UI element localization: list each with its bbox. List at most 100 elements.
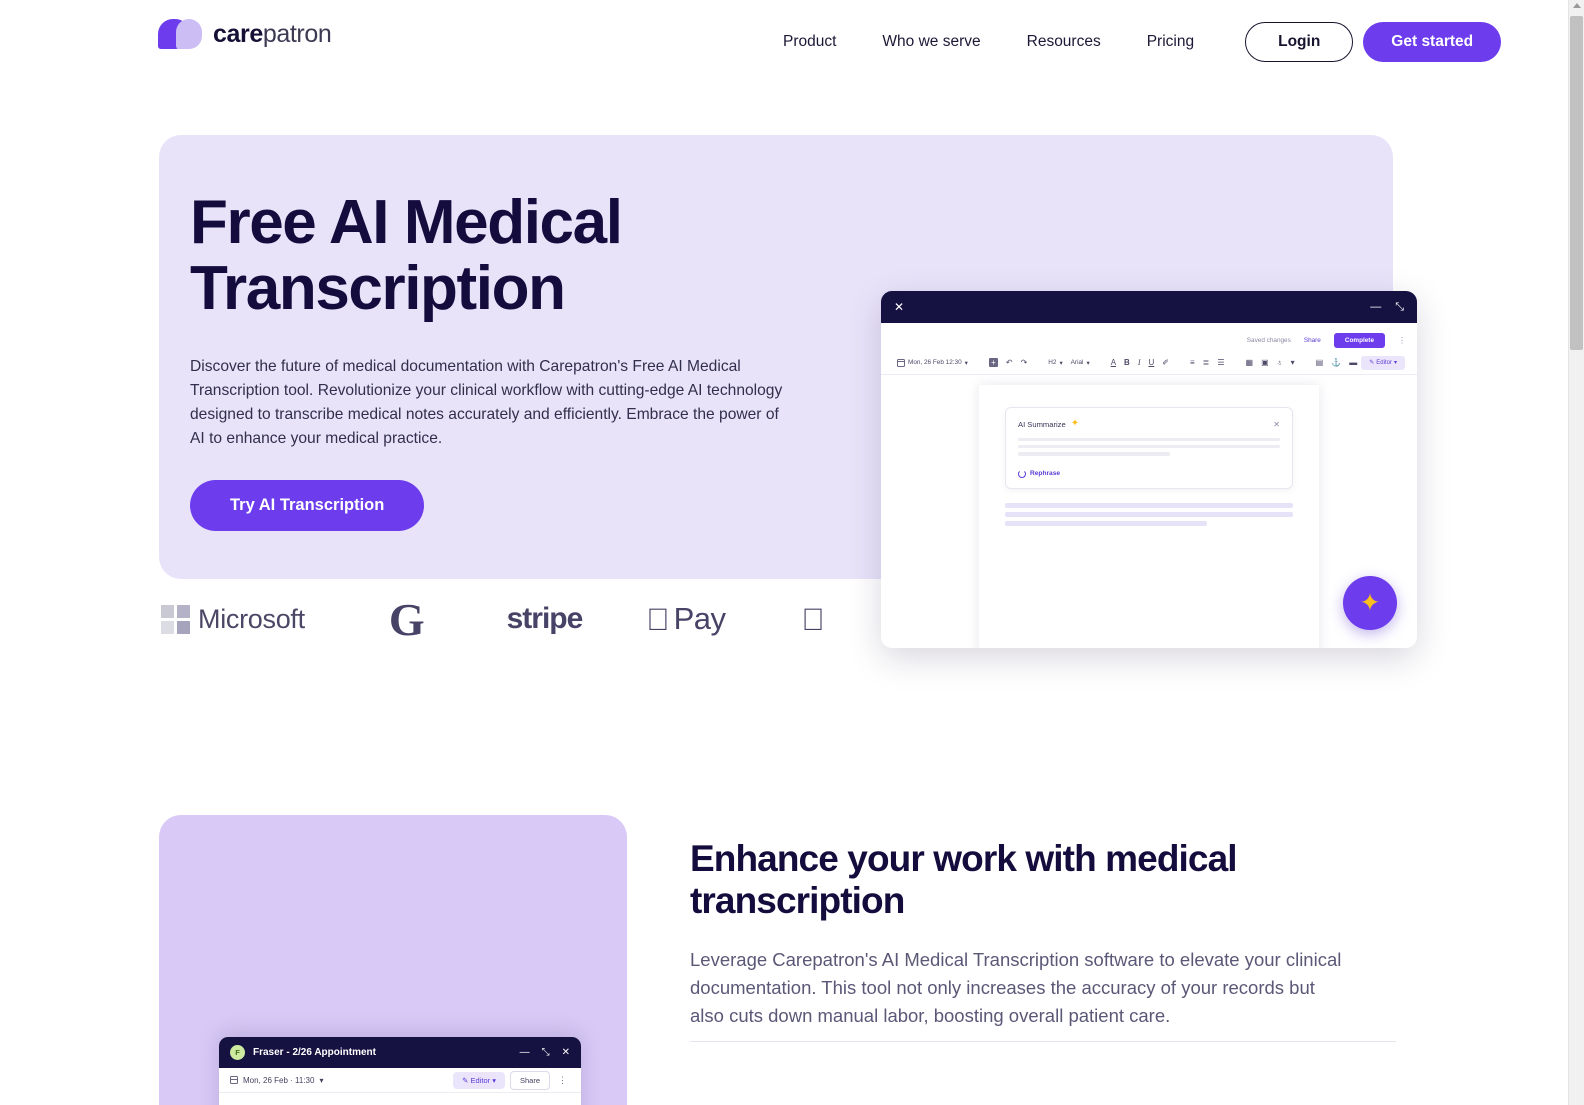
appointment-mockup: F Fraser - 2/26 Appointment — ⤡ ✕ Mon, 2…	[219, 1037, 581, 1105]
logo-wordmark: carepatron	[213, 19, 332, 49]
apple-logo: 	[801, 588, 824, 650]
ai-card-close-icon[interactable]: ✕	[1273, 420, 1280, 429]
pencil-icon: ✎	[1369, 360, 1375, 366]
logo-text-light: patron	[262, 19, 332, 48]
saved-changes-label: Saved changes	[1246, 336, 1291, 344]
scroll-up-arrow-icon[interactable]	[1572, 3, 1581, 8]
appointment-share-button[interactable]: Share	[509, 1070, 550, 1090]
mockup-titlebar: ✕ — ⤡	[881, 291, 1417, 323]
document-skeleton-lines	[1005, 502, 1293, 526]
calendar-icon	[897, 358, 905, 367]
mockup-undo-icon[interactable]: ↶	[1002, 358, 1017, 367]
mockup-expand-icon[interactable]: ⤡	[1395, 301, 1404, 314]
mockup-date-picker[interactable]: Mon, 26 Feb 12:30 ▾	[893, 358, 972, 367]
mockup-text-color-icon[interactable]: A	[1107, 358, 1120, 367]
mockup-bullet-list-icon[interactable]: ≡	[1186, 358, 1199, 367]
appointment-editor-label: Editor	[470, 1075, 491, 1085]
mockup-bold-icon[interactable]: B	[1120, 358, 1134, 367]
appointment-title: Fraser - 2/26 Appointment	[253, 1047, 376, 1058]
mockup-align-icon[interactable]: ☰	[1213, 358, 1228, 367]
mockup-minimize-icon[interactable]: —	[1370, 301, 1381, 313]
mockup-mic-icon[interactable]: ♁	[1273, 358, 1287, 367]
pencil-icon-appointment: ✎	[462, 1075, 469, 1085]
mockup-complete-button[interactable]: Complete	[1333, 332, 1385, 348]
apple-icon: 	[646, 604, 669, 635]
appointment-expand-icon[interactable]: ⤡	[542, 1047, 550, 1058]
mockup-date-label: Mon, 26 Feb 12:30	[908, 359, 962, 366]
rephrase-button[interactable]: Rephrase	[1018, 469, 1280, 478]
apple-icon-standalone: 	[801, 604, 824, 635]
mockup-heading-select[interactable]: H2 ▾	[1044, 359, 1066, 367]
appointment-toolbar: Mon, 26 Feb · 11:30 ▾ ✎ Editor ▾ Share ⋮	[219, 1068, 581, 1093]
mockup-highlight-icon[interactable]: ✐	[1158, 358, 1173, 367]
mockup-font-select[interactable]: Arial ▾	[1067, 359, 1094, 367]
mockup-comment-icon[interactable]: ▬	[1345, 358, 1361, 367]
mockup-table-icon[interactable]: ▦	[1242, 358, 1258, 367]
nav-item-pricing[interactable]: Pricing	[1124, 27, 1217, 57]
mockup-share-link[interactable]: Share	[1304, 337, 1321, 344]
mockup-number-list-icon[interactable]: ≣	[1199, 358, 1214, 367]
mockup-image-icon[interactable]: ▣	[1257, 358, 1273, 367]
chevron-down-icon: ▾	[964, 359, 968, 367]
calendar-icon-appointment	[230, 1076, 238, 1084]
appointment-editor-pill[interactable]: ✎ Editor ▾	[453, 1071, 505, 1089]
section2-text-block: Enhance your work with medical transcrip…	[690, 838, 1395, 1030]
appointment-minimize-icon[interactable]: —	[520, 1047, 530, 1058]
refresh-icon	[1018, 469, 1026, 478]
try-ai-transcription-button[interactable]: Try AI Transcription	[190, 480, 425, 531]
mockup-italic-icon[interactable]: I	[1134, 358, 1145, 367]
ai-summarize-title: AI Summarize	[1018, 419, 1066, 429]
rephrase-label: Rephrase	[1030, 470, 1061, 478]
mockup-file-icon[interactable]: ▤	[1312, 358, 1328, 367]
appointment-kebab-icon[interactable]: ⋮	[555, 1075, 570, 1086]
page-scrollbar[interactable]	[1568, 0, 1584, 1105]
ai-summarize-card: AI Summarize ✦ ✕ Rephrase	[1005, 407, 1293, 489]
chevron-down-icon-font: ▾	[1086, 359, 1090, 367]
section2-image-card: F Fraser - 2/26 Appointment — ⤡ ✕ Mon, 2…	[159, 815, 627, 1105]
appointment-date-label: Mon, 26 Feb · 11:30	[243, 1075, 315, 1085]
logo-mark-icon	[158, 19, 204, 49]
mockup-document: AI Summarize ✦ ✕ Rephrase	[979, 385, 1319, 648]
heading-label: H2	[1048, 359, 1057, 366]
section2-divider	[690, 1041, 1396, 1042]
microsoft-label: Microsoft	[198, 603, 305, 634]
main-nav: Product Who we serve Resources Pricing L…	[760, 22, 1502, 62]
sparkle-icon: ✦	[1070, 418, 1080, 429]
editor-pill-label: Editor	[1376, 359, 1392, 366]
scrollbar-thumb[interactable]	[1570, 16, 1583, 350]
apple-pay-label: Pay	[650, 601, 726, 636]
microsoft-logo: Microsoft	[161, 588, 305, 650]
plus-icon: +	[988, 358, 998, 367]
mockup-action-bar: Saved changes Share Complete ⋮	[881, 329, 1417, 351]
hero-app-mockup: ✕ — ⤡ Saved changes Share Complete ⋮ Mon…	[881, 291, 1417, 648]
ai-assistant-fab[interactable]: ✦	[1343, 576, 1397, 630]
mockup-attach-icon[interactable]: ⚓	[1327, 358, 1345, 367]
mockup-close-icon[interactable]: ✕	[894, 300, 904, 314]
hero-heading: Free AI Medical Transcription	[190, 188, 623, 323]
microsoft-squares-icon	[161, 604, 190, 634]
font-label: Arial	[1070, 359, 1084, 366]
nav-item-product[interactable]: Product	[760, 27, 859, 57]
section2-paragraph: Leverage Carepatron's AI Medical Transcr…	[690, 948, 1342, 1026]
carepatron-logo[interactable]: carepatron	[158, 19, 332, 49]
site-header: carepatron Product Who we serve Resource…	[0, 0, 1568, 70]
page-root: carepatron Product Who we serve Resource…	[0, 0, 1568, 1105]
nav-item-who-we-serve[interactable]: Who we serve	[859, 27, 1003, 57]
nav-item-resources[interactable]: Resources	[1004, 27, 1124, 57]
chevron-down-icon-appointment-date[interactable]: ▾	[319, 1076, 323, 1085]
appointment-close-icon[interactable]: ✕	[562, 1047, 570, 1058]
login-button[interactable]: Login	[1245, 22, 1354, 62]
chevron-down-icon-appointment-editor: ▾	[492, 1075, 496, 1085]
mockup-underline-icon[interactable]: U	[1144, 358, 1158, 367]
mockup-add-button[interactable]: +	[985, 358, 1002, 367]
chevron-down-icon-editor: ▾	[1393, 360, 1397, 366]
mockup-editor-pill[interactable]: ✎ Editor ▾	[1361, 355, 1405, 370]
ai-skeleton-lines	[1018, 438, 1280, 456]
chevron-down-icon-heading: ▾	[1059, 359, 1063, 367]
mockup-redo-icon[interactable]: ↷	[1017, 358, 1032, 367]
section2-heading: Enhance your work with medical transcrip…	[690, 838, 1238, 921]
mockup-kebab-icon[interactable]: ⋮	[1398, 336, 1406, 345]
mockup-toolbar: Mon, 26 Feb 12:30 ▾ + ↶ ↷ H2 ▾ Arial ▾ A B…	[881, 351, 1417, 375]
get-started-button[interactable]: Get started	[1363, 22, 1502, 62]
chevron-down-icon-mic[interactable]: ▾	[1287, 358, 1299, 367]
